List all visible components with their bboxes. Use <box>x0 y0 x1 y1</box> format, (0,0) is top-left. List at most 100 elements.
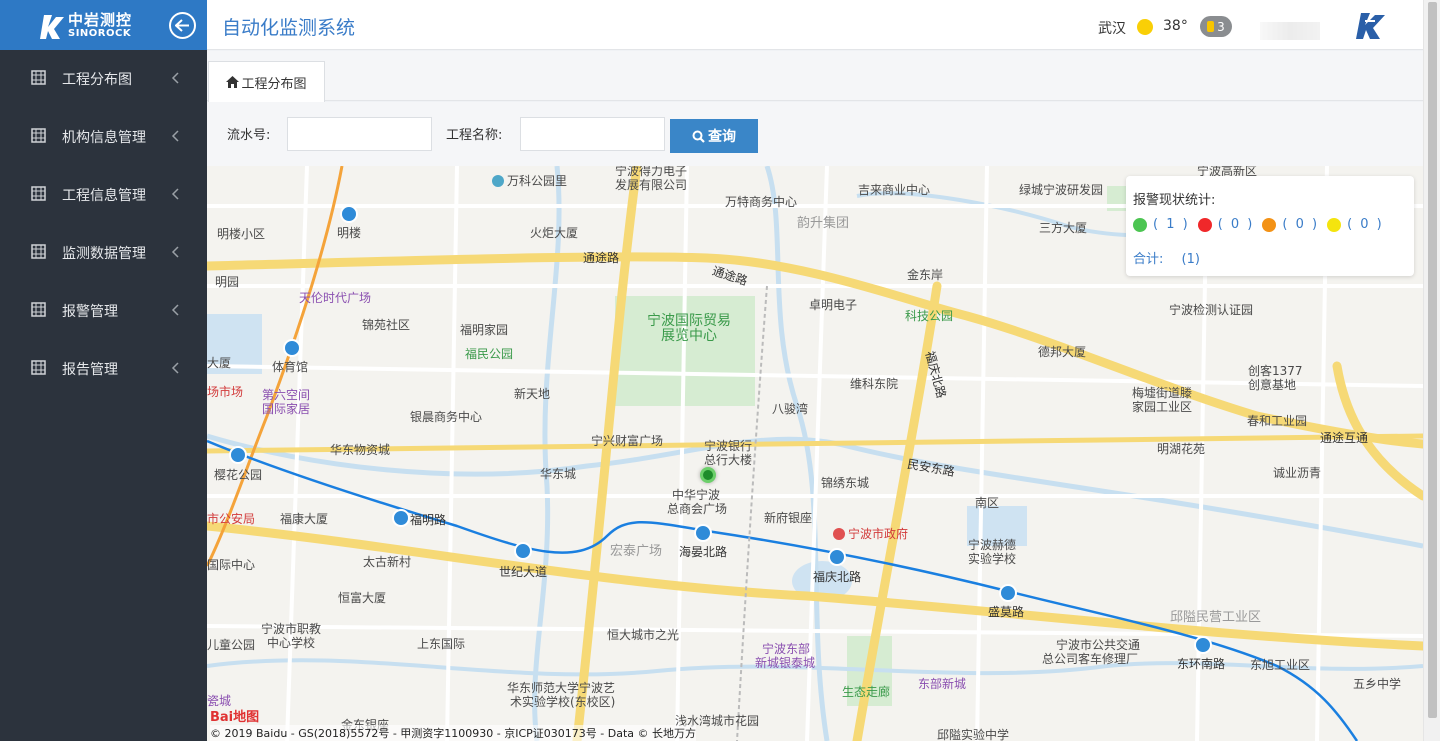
government-icon <box>833 528 845 540</box>
metro-station-icon[interactable] <box>229 446 247 464</box>
alarm-count-yellow: ( 0 ) <box>1347 217 1384 232</box>
sidebar-item-label: 机构信息管理 <box>62 130 146 146</box>
map-label: 大厦 <box>207 356 232 370</box>
map-label: 锦绣东城 <box>821 476 870 490</box>
project-marker[interactable] <box>700 467 716 483</box>
alarm-stats-row: ( 1 ) ( 0 ) ( 0 ) ( 0 ) <box>1133 217 1392 232</box>
sidebar-item-report[interactable]: 报告管理 <box>0 340 207 398</box>
metro-station-icon[interactable] <box>392 509 410 527</box>
logo-en: SINOROCK <box>68 28 132 39</box>
map-label: 吉来商业中心 <box>858 183 931 197</box>
map-label: 中心学校 <box>267 636 316 650</box>
map-label: 万特商务中心 <box>725 195 798 209</box>
weather-temperature: 38° <box>1163 18 1188 34</box>
collapse-sidebar-button[interactable] <box>169 12 196 39</box>
serial-input[interactable] <box>287 117 432 151</box>
map-label: 福民公园 <box>465 347 514 361</box>
map-label: 展览中心 <box>661 328 717 344</box>
map-label: 总公司客车修理厂 <box>1042 652 1139 666</box>
map-label: 东旭工业区 <box>1250 658 1311 672</box>
sidebar-item-project-map[interactable]: 工程分布图 <box>0 50 207 108</box>
map-label: 恒富大厦 <box>338 591 387 605</box>
sidebar-item-label: 工程分布图 <box>62 72 132 88</box>
map-label: 火炬大厦 <box>530 226 579 240</box>
page-scrollbar[interactable] <box>1423 0 1440 741</box>
map-label: 邱隘民营工业区 <box>1170 610 1262 625</box>
sidebar-item-org-info[interactable]: 机构信息管理 <box>0 108 207 166</box>
map-label: 实验学校 <box>968 552 1017 566</box>
map-label: 宁波市政府 <box>833 525 908 542</box>
map-label: 国际家居 <box>262 402 311 416</box>
metro-station-icon[interactable] <box>283 339 301 357</box>
map-label: 天伦时代广场 <box>299 291 372 305</box>
map-label: 海晏北路 <box>679 545 728 559</box>
sidebar-item-alarm[interactable]: 报警管理 <box>0 282 207 340</box>
map-label: 卓明电子 <box>809 298 858 312</box>
weather-city: 武汉 <box>1098 21 1126 37</box>
scrollbar-thumb[interactable] <box>1428 2 1437 718</box>
metro-station-icon[interactable] <box>999 584 1017 602</box>
map-label: 福明路 <box>410 513 447 527</box>
map-label: 八骏湾 <box>772 402 809 416</box>
sidebar-item-label: 监测数据管理 <box>62 246 146 262</box>
map-label: 诚业沥青 <box>1273 466 1322 480</box>
map-label: 总行大楼 <box>704 453 753 467</box>
map-label: 绿城宁波研发园 <box>1019 183 1104 197</box>
map-label: 太古新村 <box>363 555 412 569</box>
alert-icon <box>1207 21 1215 32</box>
project-name-input[interactable] <box>520 117 665 151</box>
chevron-left-icon <box>171 362 179 374</box>
map-label: 世纪大道 <box>499 565 548 579</box>
map-label: 邱隘实验中学 <box>937 728 1010 741</box>
map-label: 东环南路 <box>1177 657 1226 671</box>
map-label: 盛莫路 <box>988 605 1025 619</box>
map-label: 东部新城 <box>918 677 967 691</box>
map-label: 恒大城市之光 <box>607 628 680 642</box>
alarm-count-red: ( 0 ) <box>1217 217 1255 232</box>
map-label: 福明家园 <box>460 323 509 337</box>
alarm-level-green-icon <box>1133 217 1147 232</box>
logo-text: 中岩测控 SINOROCK <box>68 12 132 39</box>
top-bar: 自动化监测系统 武汉 38° 3 <box>207 0 1423 50</box>
map-label: 银晨商务中心 <box>410 410 483 424</box>
map-label: 金东岸 <box>907 268 944 282</box>
metro-station-icon[interactable] <box>514 542 532 560</box>
logo-area: 中岩测控 SINOROCK <box>0 0 207 50</box>
map-label: 新城银泰城 <box>755 656 816 670</box>
user-menu[interactable] <box>1260 22 1320 40</box>
sidebar-item-label: 报警管理 <box>62 304 118 320</box>
map-label: 新天地 <box>514 387 551 401</box>
map-label: 德邦大厦 <box>1038 345 1087 359</box>
map-label: 宏泰广场 <box>610 544 663 559</box>
alarm-total-value: (1) <box>1181 252 1200 267</box>
metro-station-icon[interactable] <box>694 524 712 542</box>
grid-icon <box>31 244 46 259</box>
brand-logo-icon <box>1356 13 1385 39</box>
alarm-total: 合计: (1) <box>1133 248 1200 267</box>
map-attribution: © 2019 Baidu - GS(2018)5572号 - 甲测资字11009… <box>210 725 697 741</box>
sun-icon <box>1137 19 1153 35</box>
app-title: 自动化监测系统 <box>222 17 356 39</box>
sidebar-item-monitoring-data[interactable]: 监测数据管理 <box>0 224 207 282</box>
map-label: 锦苑社区 <box>362 318 411 332</box>
sidebar-menu: 工程分布图 机构信息管理 工程信息管理 监测数据管理 报警管理 报告管理 <box>0 50 207 398</box>
notification-badge[interactable]: 3 <box>1200 16 1232 37</box>
map-label: 国际中心 <box>207 558 256 572</box>
map-label: 华东城 <box>540 467 577 481</box>
map-label: 市公安局 <box>207 512 256 526</box>
tab-project-map[interactable]: 工程分布图 <box>208 61 325 102</box>
query-button[interactable]: 查询 <box>670 119 758 153</box>
grid-icon <box>31 302 46 317</box>
metro-station-icon[interactable] <box>340 205 358 223</box>
metro-station-icon[interactable] <box>828 548 846 566</box>
map-label: 创意基地 <box>1248 378 1297 392</box>
sinorock-logo-icon <box>40 15 64 39</box>
map-view[interactable]: 万科公园里 宁波得力电子 发展有限公司 宁波高新区 万特商务中心 吉来商业中心 … <box>207 166 1423 741</box>
map-label: 明园 <box>215 275 240 289</box>
sidebar-item-project-info[interactable]: 工程信息管理 <box>0 166 207 224</box>
map-label: 维科东院 <box>850 377 899 391</box>
map-label: 儿童公园 <box>207 638 256 652</box>
baidu-map-logo[interactable]: Bai地图 <box>210 706 259 725</box>
sidebar-item-label: 报告管理 <box>62 362 118 378</box>
metro-station-icon[interactable] <box>1194 636 1212 654</box>
